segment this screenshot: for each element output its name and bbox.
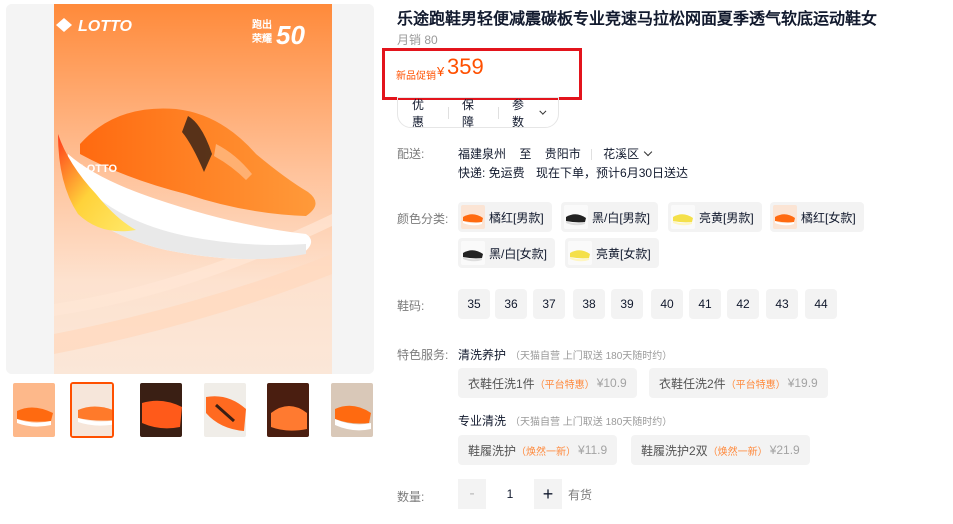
quantity-label: 数量: — [397, 490, 425, 504]
thumbnail-strip — [8, 382, 378, 440]
product-page: LOTTO LOTTO 跑出 荣耀 50 乐途跑鞋男轻便减震碳板专业竞速马拉松网… — [0, 0, 953, 524]
size-option[interactable]: 40 — [651, 289, 683, 319]
service-option[interactable]: 衣鞋任洗1件 （平台特惠） ¥10.9 — [458, 368, 637, 398]
tab-params[interactable]: 参数 — [497, 98, 558, 129]
color-option-label: 黑/白[女款] — [489, 246, 548, 261]
color-option-label: 亮黄[男款] — [699, 210, 754, 225]
delivery-eta: 现在下单，预计6月30日送达 — [536, 166, 689, 180]
shipping-label: 配送: — [397, 147, 425, 161]
express-fee: 快递: 免运费 — [458, 166, 525, 180]
shipping-info: 快递: 免运费 现在下单，预计6月30日送达 — [458, 164, 698, 181]
currency-symbol: ¥ — [437, 64, 445, 79]
price-promo-label: 新品促销 — [396, 71, 436, 82]
color-option-label: 橘红[女款] — [801, 210, 856, 225]
svg-text:荣耀: 荣耀 — [251, 32, 272, 45]
chevron-down-icon — [539, 107, 547, 115]
services-label: 特色服务: — [397, 348, 449, 362]
color-swatch-icon — [568, 241, 592, 265]
svg-text:LOTTO: LOTTO — [78, 18, 132, 35]
service-option[interactable]: 鞋履洗护2双 （焕然一新） ¥21.9 — [631, 435, 810, 465]
sole-logo-text: LOTTO — [80, 163, 118, 175]
svg-text:50: 50 — [276, 20, 305, 50]
tab-discounts[interactable]: 优惠 — [398, 98, 448, 129]
color-option[interactable]: 亮黄[男款] — [668, 202, 762, 232]
service-group-title: 清洗养护 （天猫自营 上门取送 180天随时约） — [458, 348, 673, 362]
size-option[interactable]: 37 — [533, 289, 565, 319]
info-tabs: 优惠 保障 参数 — [397, 97, 559, 129]
service-option[interactable]: 衣鞋任洗2件 （平台特惠） ¥19.9 — [649, 368, 828, 398]
stock-status: 有货 — [568, 487, 593, 502]
shipping-route: 福建泉州 至 贵阳市 花溪区 — [458, 145, 653, 162]
color-option-label: 亮黄[女款] — [596, 246, 651, 261]
thumbnail-5[interactable] — [266, 382, 310, 438]
size-option[interactable]: 44 — [805, 289, 837, 319]
size-option[interactable]: 43 — [766, 289, 798, 319]
thumbnail-2[interactable] — [70, 382, 114, 438]
thumbnail-1[interactable] — [12, 382, 56, 438]
size-option[interactable]: 42 — [727, 289, 759, 319]
quantity-stepper: - 1 + 有货 — [458, 479, 592, 509]
color-option[interactable]: 橘红[男款] — [458, 202, 552, 232]
color-option-label: 橘红[男款] — [489, 210, 544, 225]
thumbnail-4[interactable] — [203, 382, 247, 438]
service-group-title: 专业清洗 （天猫自营 上门取送 180天随时约） — [458, 414, 673, 428]
size-label: 鞋码: — [397, 299, 425, 313]
tab-guarantee[interactable]: 保障 — [447, 98, 498, 129]
product-title: 乐途跑鞋男轻便减震碳板专业竞速马拉松网面夏季透气软底运动鞋女 — [397, 11, 878, 28]
thumbnail-3[interactable] — [139, 382, 183, 438]
svg-text:跑出: 跑出 — [252, 18, 272, 31]
thumbnail-6[interactable] — [330, 382, 374, 438]
ship-city[interactable]: 贵阳市 — [545, 147, 581, 161]
color-label: 颜色分类: — [397, 212, 449, 226]
ship-district[interactable]: 花溪区 — [603, 147, 639, 161]
color-option[interactable]: 亮黄[女款] — [565, 238, 659, 268]
shoe-photo: LOTTO LOTTO 跑出 荣耀 50 — [6, 4, 374, 374]
color-option-label: 黑/白[男款] — [592, 210, 651, 225]
size-option[interactable]: 39 — [611, 289, 643, 319]
color-option[interactable]: 黑/白[男款] — [561, 202, 659, 232]
color-swatch-icon — [461, 241, 485, 265]
service-option[interactable]: 鞋履洗护 （焕然一新） ¥11.9 — [458, 435, 618, 465]
ship-to-word: 至 — [519, 147, 532, 161]
color-swatch-icon — [671, 205, 695, 229]
ship-from: 福建泉州 — [458, 147, 507, 161]
main-product-image[interactable]: LOTTO LOTTO 跑出 荣耀 50 — [6, 4, 374, 374]
decrement-button[interactable]: - — [458, 479, 486, 509]
chevron-down-icon[interactable] — [643, 147, 653, 157]
size-option[interactable]: 41 — [689, 289, 721, 319]
size-option[interactable]: 38 — [573, 289, 605, 319]
monthly-sales: 月销 80 — [397, 33, 438, 47]
color-swatch-icon — [773, 205, 797, 229]
size-option[interactable]: 35 — [458, 289, 490, 319]
quantity-input[interactable]: 1 — [486, 479, 534, 509]
color-swatch-icon — [564, 205, 588, 229]
color-option[interactable]: 橘红[女款] — [770, 202, 864, 232]
price-value: 359 — [447, 54, 484, 79]
color-option[interactable]: 黑/白[女款] — [458, 238, 556, 268]
color-swatch-icon — [461, 205, 485, 229]
size-option[interactable]: 36 — [495, 289, 527, 319]
increment-button[interactable]: + — [534, 479, 562, 509]
